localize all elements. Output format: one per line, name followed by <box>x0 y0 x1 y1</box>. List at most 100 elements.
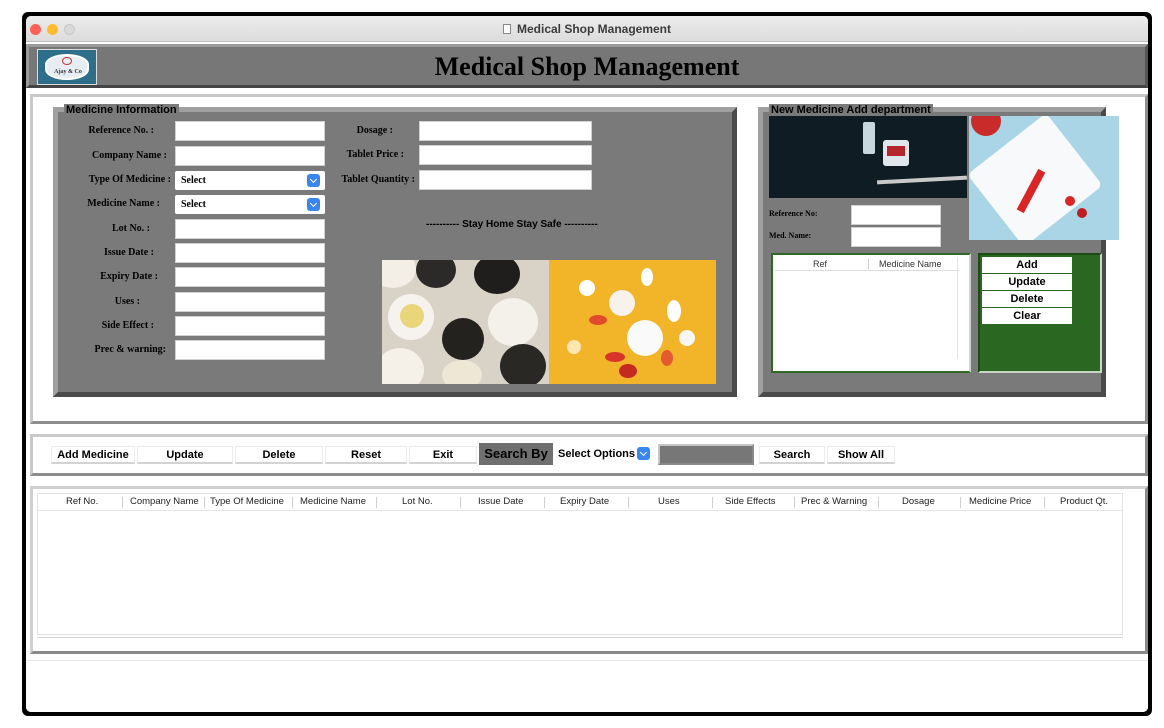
update-button[interactable]: Update <box>137 446 233 464</box>
new-med-name-input[interactable] <box>851 227 941 247</box>
prec-warning-input[interactable] <box>175 340 325 360</box>
col-prec-warning[interactable]: Prec & Warning <box>801 496 867 507</box>
window-content: Medical Shop Management Ajay & Co Medica… <box>26 16 1148 712</box>
new-medicine-list-header: Ref Medicine Name <box>775 257 959 271</box>
lot-no-label: Lot No. : <box>111 223 150 234</box>
col-uses[interactable]: Uses <box>658 496 680 507</box>
issue-date-input[interactable] <box>175 243 325 263</box>
show-all-button[interactable]: Show All <box>827 446 895 464</box>
stay-home-slogan: ---------- Stay Home Stay Safe ---------… <box>426 219 598 230</box>
column-divider <box>122 497 123 508</box>
header-banner: Ajay & Co Medical Shop Management <box>26 44 1148 88</box>
col-medicine-name[interactable]: Medicine Name <box>879 259 942 269</box>
search-by-label: Search By <box>479 443 553 465</box>
add-medicine-button[interactable]: Add Medicine <box>51 446 135 464</box>
app-window: Medical Shop Management Ajay & Co Medica… <box>22 12 1152 716</box>
col-type-of-medicine[interactable]: Type Of Medicine <box>210 496 284 507</box>
chevron-down-icon <box>307 198 320 211</box>
col-product-qt[interactable]: Product Qt. <box>1060 496 1108 507</box>
table-header-divider <box>38 510 1122 511</box>
clear-button[interactable]: Clear <box>982 308 1072 324</box>
search-input[interactable] <box>658 444 754 465</box>
column-divider <box>868 259 869 269</box>
search-button[interactable]: Search <box>759 446 825 464</box>
type-of-medicine-select[interactable]: Select <box>175 171 325 190</box>
mask-injection-image <box>969 116 1119 240</box>
new-ref-label: Reference No: <box>769 209 818 218</box>
column-divider <box>460 497 461 508</box>
tablet-quantity-label: Tablet Quantity : <box>341 174 415 185</box>
col-dosage[interactable]: Dosage <box>902 496 935 507</box>
info-panel: Medicine Information Reference No. : Com… <box>30 94 1148 424</box>
col-medicine-name[interactable]: Medicine Name <box>300 496 366 507</box>
prec-warning-label: Prec & warning: <box>94 344 166 355</box>
list-scrollbar[interactable] <box>957 257 967 359</box>
title-bar[interactable]: Medical Shop Management <box>26 16 1148 42</box>
page-title: Medical Shop Management <box>434 52 740 81</box>
records-panel: Ref No. Company Name Type Of Medicine Me… <box>30 486 1148 654</box>
reference-no-input[interactable] <box>175 121 325 141</box>
new-med-name-label: Med. Name: <box>769 231 812 240</box>
expiry-date-input[interactable] <box>175 267 325 287</box>
chevron-down-icon <box>637 447 650 460</box>
column-divider <box>1044 497 1045 508</box>
column-divider <box>376 497 377 508</box>
side-effect-input[interactable] <box>175 316 325 336</box>
type-of-medicine-value: Select <box>181 175 206 186</box>
dosage-input[interactable] <box>419 121 592 141</box>
column-divider <box>960 497 961 508</box>
new-ref-input[interactable] <box>851 205 941 225</box>
exit-button[interactable]: Exit <box>409 446 477 464</box>
col-ref-no[interactable]: Ref No. <box>66 496 98 507</box>
table-horizontal-scrollbar[interactable] <box>37 637 1123 647</box>
type-of-medicine-label: Type Of Medicine : <box>88 174 171 185</box>
toolbar-panel: Add Medicine Update Delete Reset Exit Se… <box>30 434 1148 476</box>
new-medicine-list[interactable]: Ref Medicine Name <box>771 253 971 373</box>
tablet-price-input[interactable] <box>419 145 592 165</box>
search-options-value: Select Options <box>558 448 636 460</box>
medicine-information-frame: Medicine Information Reference No. : Com… <box>53 104 737 397</box>
col-expiry-date[interactable]: Expiry Date <box>560 496 609 507</box>
medicine-information-legend: Medicine Information <box>64 104 179 116</box>
uses-label: Uses : <box>114 296 140 307</box>
col-lot-no[interactable]: Lot No. <box>402 496 433 507</box>
company-name-input[interactable] <box>175 146 325 166</box>
col-side-effects[interactable]: Side Effects <box>725 496 776 507</box>
window-title: Medical Shop Management <box>26 22 1148 36</box>
expiry-date-label: Expiry Date : <box>100 271 158 282</box>
new-medicine-legend: New Medicine Add department <box>769 104 933 116</box>
column-divider <box>292 497 293 508</box>
company-name-label: Company Name : <box>92 150 167 161</box>
colorful-pills-image <box>549 260 716 384</box>
delete-button[interactable]: Delete <box>235 446 323 464</box>
vial-syringe-image <box>769 116 967 198</box>
tablet-price-label: Tablet Price : <box>346 149 404 160</box>
new-medicine-add-frame: New Medicine Add department Reference No… <box>758 104 1119 397</box>
medicine-name-select[interactable]: Select <box>175 195 325 214</box>
column-divider <box>712 497 713 508</box>
col-medicine-price[interactable]: Medicine Price <box>969 496 1031 507</box>
column-divider <box>878 497 879 508</box>
col-ref[interactable]: Ref <box>813 259 827 269</box>
col-issue-date[interactable]: Issue Date <box>478 496 523 507</box>
delete-new-button[interactable]: Delete <box>982 291 1072 307</box>
update-new-button[interactable]: Update <box>982 274 1072 290</box>
status-area <box>26 660 1148 712</box>
issue-date-label: Issue Date : <box>104 247 154 258</box>
new-medicine-actions: Add Update Delete Clear <box>978 253 1102 373</box>
medicine-name-label: Medicine Name : <box>87 198 160 209</box>
col-company-name[interactable]: Company Name <box>130 496 199 507</box>
column-divider <box>544 497 545 508</box>
window-title-text: Medical Shop Management <box>516 22 672 36</box>
column-divider <box>628 497 629 508</box>
uses-input[interactable] <box>175 292 325 312</box>
tablet-quantity-input[interactable] <box>419 170 592 190</box>
reset-button[interactable]: Reset <box>325 446 407 464</box>
lot-no-input[interactable] <box>175 219 325 239</box>
reference-no-label: Reference No. : <box>88 125 154 136</box>
chevron-down-icon <box>307 174 320 187</box>
medicine-records-table[interactable]: Ref No. Company Name Type Of Medicine Me… <box>37 493 1123 635</box>
search-options-select[interactable]: Select Options <box>555 445 651 464</box>
add-button[interactable]: Add <box>982 257 1072 273</box>
document-icon <box>502 24 511 34</box>
